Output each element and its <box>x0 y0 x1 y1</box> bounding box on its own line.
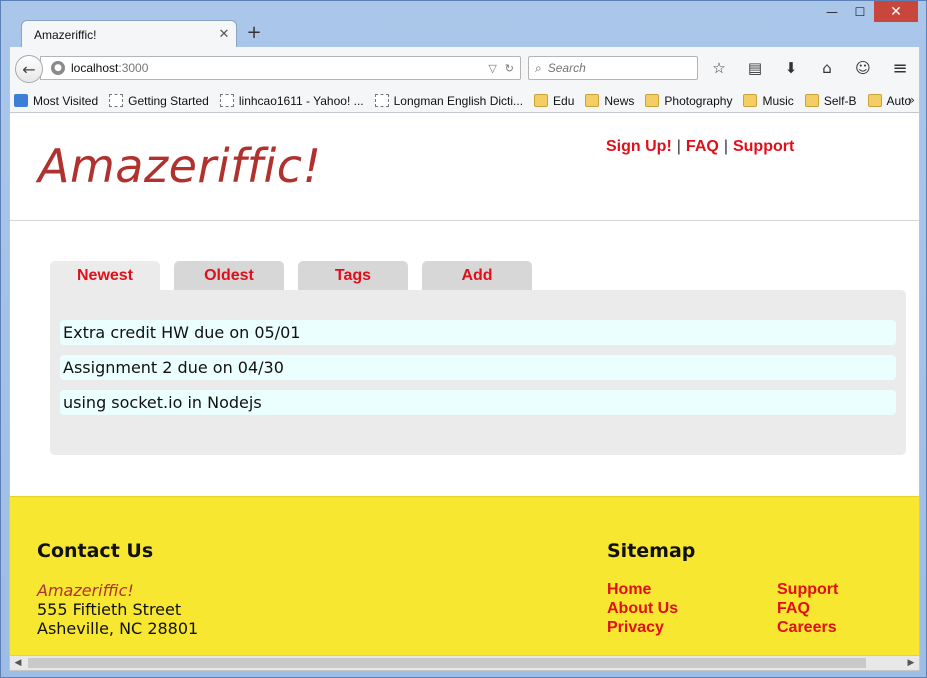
sitemap-link-about[interactable]: About Us <box>607 600 678 618</box>
top-nav: Sign Up! | FAQ | Support <box>606 138 794 156</box>
signup-link[interactable]: Sign Up! <box>606 138 672 155</box>
folder-icon <box>534 94 549 107</box>
new-tab-icon[interactable]: + <box>245 23 263 43</box>
tab-bar: Newest Oldest Tags Add <box>50 261 546 291</box>
navigation-toolbar: ● localhost:3000 ▽ ↻ ← ⌕ ☆ ▤ ⬇ ⌂ ☺ ≡ <box>9 47 920 89</box>
browser-tab[interactable]: Amazeriffic! ✕ <box>21 20 237 48</box>
sitemap-link-careers[interactable]: Careers <box>777 619 837 637</box>
tab-title: Amazeriffic! <box>34 27 97 42</box>
bookmarks-overflow-icon[interactable]: » <box>908 93 915 107</box>
tab-newest[interactable]: Newest <box>50 261 160 291</box>
most-visited-icon <box>14 94 28 107</box>
url-host: localhost <box>71 61 119 75</box>
address-line: Asheville, NC 28801 <box>37 619 199 638</box>
back-button[interactable]: ← <box>15 55 43 83</box>
sitemap-link-privacy[interactable]: Privacy <box>607 619 664 637</box>
contact-heading: Contact Us <box>37 540 154 562</box>
bookmark-item[interactable]: Most Visited <box>14 94 98 108</box>
home-icon[interactable]: ⌂ <box>816 57 838 79</box>
sitemap-link-home[interactable]: Home <box>607 581 651 599</box>
bookmark-folder[interactable]: News <box>585 94 634 108</box>
contact-company-name: Amazeriffic! <box>37 581 134 600</box>
scrollbar-thumb[interactable] <box>28 658 866 668</box>
site-header: Amazeriffic! Sign Up! | FAQ | Support <box>10 113 919 221</box>
bookmark-item[interactable]: Getting Started <box>109 94 209 108</box>
reading-list-icon[interactable]: ▤ <box>744 57 766 79</box>
bookmark-folder[interactable]: Auto <box>867 94 911 108</box>
nav-separator: | <box>676 138 681 155</box>
faq-link[interactable]: FAQ <box>686 138 719 155</box>
horizontal-scrollbar[interactable]: ◀ ▶ <box>9 655 920 671</box>
url-port: :3000 <box>118 61 149 75</box>
bookmark-folder[interactable]: Photography <box>645 94 732 108</box>
smiley-icon[interactable]: ☺ <box>852 57 874 79</box>
address-line: 555 Fiftieth Street <box>37 600 182 619</box>
scroll-right-icon[interactable]: ▶ <box>903 656 919 670</box>
page-viewport: Amazeriffic! Sign Up! | FAQ | Support Newest… <box>9 113 920 655</box>
search-input[interactable] <box>547 61 678 75</box>
download-icon[interactable]: ⬇ <box>780 57 802 79</box>
browser-window: — ☐ ✕ Amazeriffic! ✕ + ● localhost:3000 … <box>0 0 927 678</box>
scroll-left-icon[interactable]: ◀ <box>10 656 26 670</box>
bookmark-folder[interactable]: Music <box>743 94 794 108</box>
nav-separator: | <box>723 138 728 155</box>
sitemap-link-faq[interactable]: FAQ <box>777 600 810 618</box>
folder-icon <box>585 94 600 107</box>
reload-icon[interactable]: ↻ <box>505 62 514 75</box>
folder-icon <box>645 94 660 107</box>
page-icon <box>374 94 389 107</box>
bookmark-star-icon[interactable]: ☆ <box>708 57 730 79</box>
page-icon <box>219 94 234 107</box>
back-arrow-icon: ← <box>22 59 36 79</box>
search-box[interactable]: ⌕ <box>528 56 698 80</box>
bookmarks-bar: Most Visited Getting Started linhcao1611… <box>9 89 920 113</box>
toolbar-icons: ☆ ▤ ⬇ ⌂ ☺ <box>708 57 874 79</box>
hamburger-menu-icon[interactable]: ≡ <box>889 57 911 79</box>
tab-tags[interactable]: Tags <box>298 261 408 291</box>
folder-icon <box>743 94 758 107</box>
search-icon: ⌕ <box>535 60 542 75</box>
site-identity-icon[interactable]: ● <box>51 61 65 75</box>
site-footer: Contact Us Amazeriffic! 555 Fiftieth Str… <box>10 496 919 655</box>
site-logo[interactable]: Amazeriffic! <box>38 139 322 193</box>
tab-content: Extra credit HW due on 05/01 Assignment … <box>50 290 906 455</box>
tab-oldest[interactable]: Oldest <box>174 261 284 291</box>
url-bar[interactable]: ● localhost:3000 ▽ ↻ <box>40 56 521 80</box>
todo-item: Assignment 2 due on 04/30 <box>60 355 896 380</box>
todo-item: using socket.io in Nodejs <box>60 390 896 415</box>
tab-add[interactable]: Add <box>422 261 532 291</box>
bookmark-folder[interactable]: Self-B <box>804 94 857 108</box>
title-bar: — ☐ ✕ Amazeriffic! ✕ + <box>1 1 926 48</box>
folder-icon <box>804 94 819 107</box>
close-window-button[interactable]: ✕ <box>874 1 918 22</box>
todo-item: Extra credit HW due on 05/01 <box>60 320 896 345</box>
bookmark-item[interactable]: linhcao1611 - Yahoo! ... <box>219 94 364 108</box>
window-controls: — ☐ ✕ <box>818 1 918 22</box>
dropdown-arrow-icon[interactable]: ▽ <box>488 62 496 75</box>
sitemap-link-support[interactable]: Support <box>777 581 838 599</box>
maximize-button[interactable]: ☐ <box>846 1 874 22</box>
support-link[interactable]: Support <box>733 138 794 155</box>
page-icon <box>109 94 124 107</box>
bookmark-folder[interactable]: Edu <box>534 94 574 108</box>
minimize-button[interactable]: — <box>818 1 846 22</box>
folder-icon <box>867 94 882 107</box>
sitemap-heading: Sitemap <box>607 540 696 562</box>
bookmark-item[interactable]: Longman English Dicti... <box>374 94 523 108</box>
tab-close-icon[interactable]: ✕ <box>212 27 236 42</box>
